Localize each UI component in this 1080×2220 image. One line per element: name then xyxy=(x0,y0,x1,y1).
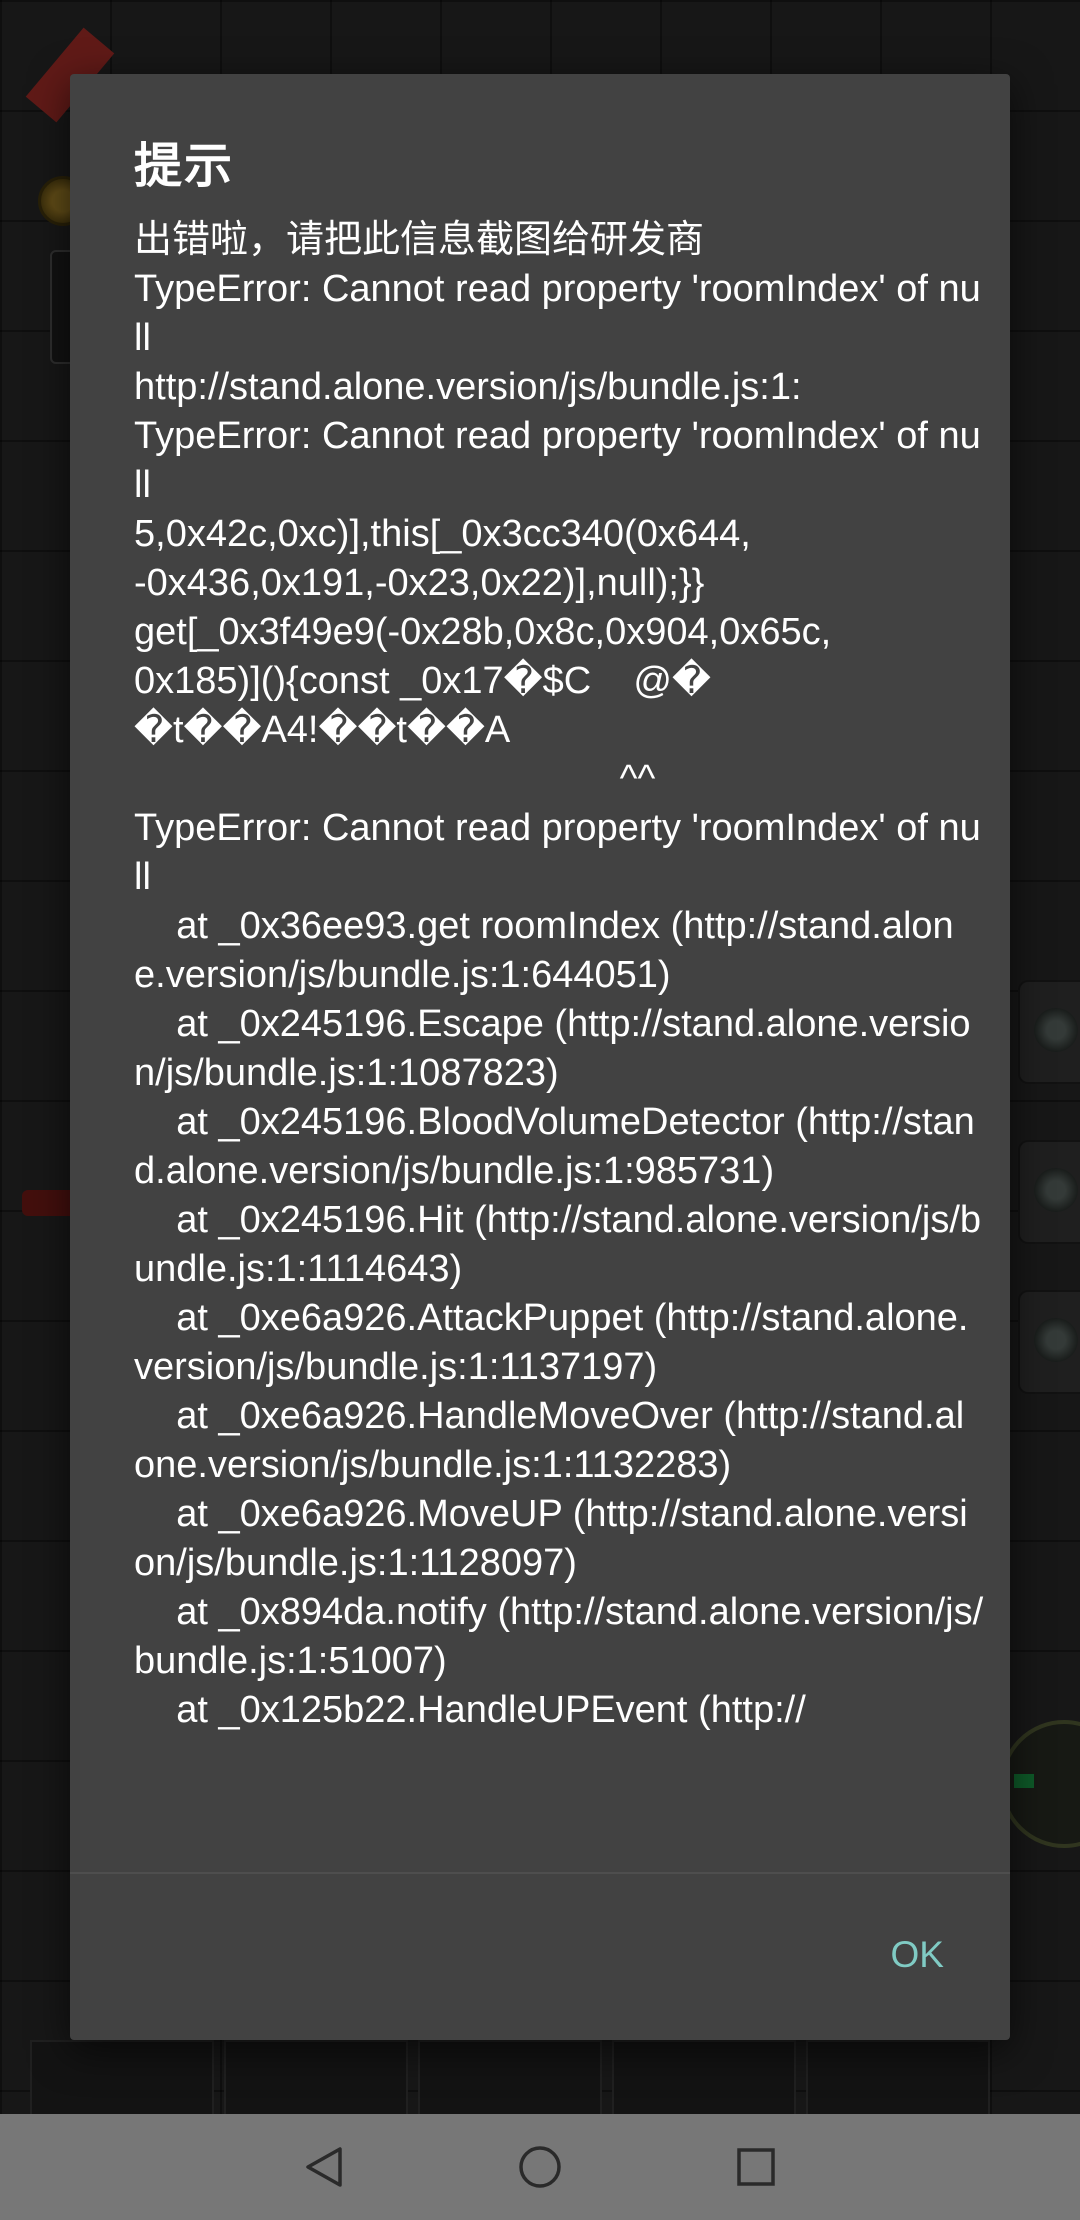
error-dialog: 提示 出错啦，请把此信息截图给研发商 TypeError: Cannot rea… xyxy=(70,74,1010,2040)
dialog-divider xyxy=(70,1872,1010,1874)
back-triangle-icon xyxy=(306,2147,342,2187)
dialog-message: 出错啦，请把此信息截图给研发商 TypeError: Cannot read p… xyxy=(134,219,984,1731)
home-button[interactable] xyxy=(432,2114,648,2220)
home-circle-icon xyxy=(519,2146,561,2188)
recents-button[interactable] xyxy=(648,2114,864,2220)
navigation-bar xyxy=(0,2114,1080,2220)
back-button[interactable] xyxy=(216,2114,432,2220)
recents-square-icon xyxy=(737,2148,775,2186)
dialog-title: 提示 xyxy=(134,138,235,194)
dialog-message-scroll[interactable]: 出错啦，请把此信息截图给研发商 TypeError: Cannot read p… xyxy=(134,216,984,1946)
ok-button[interactable]: OK xyxy=(875,1924,960,1986)
